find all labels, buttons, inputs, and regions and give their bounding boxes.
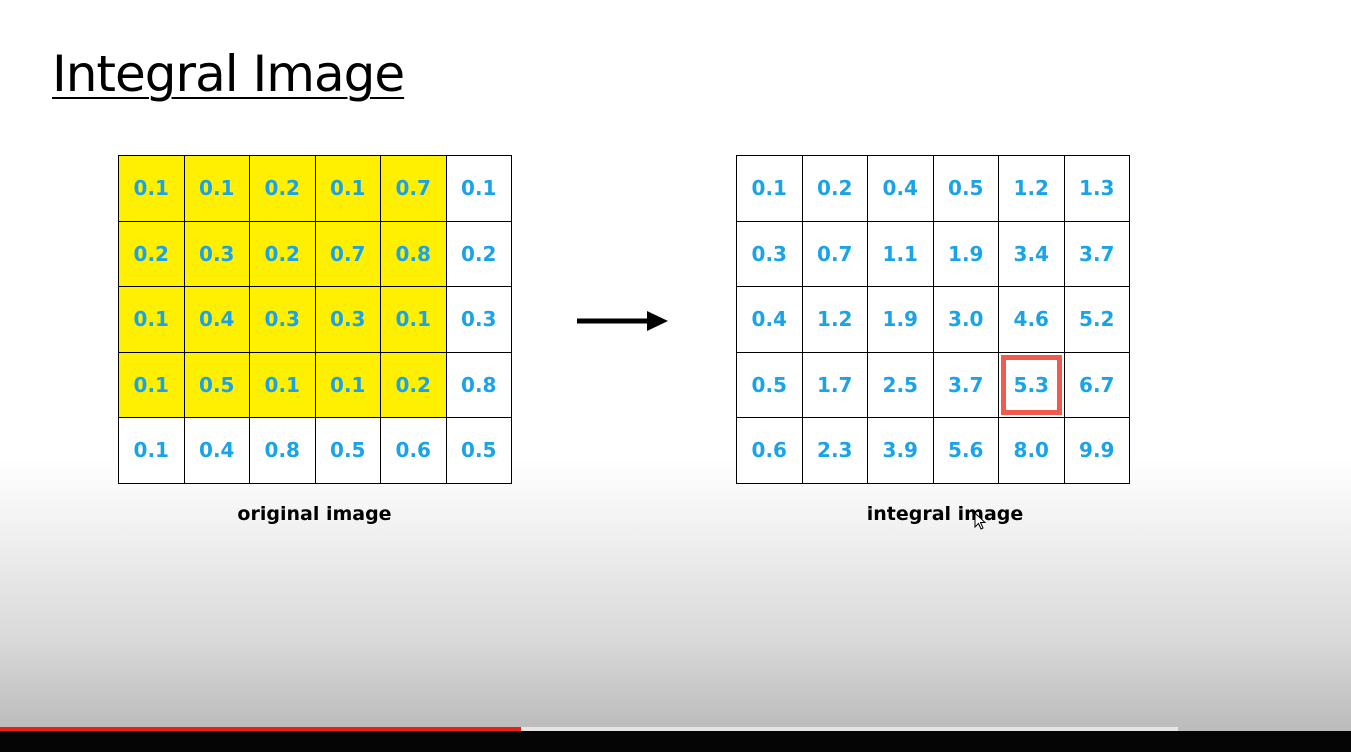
- grid-cell: 0.1: [446, 156, 512, 222]
- player-control-bar: [0, 731, 1351, 752]
- grid-cell: 3.9: [868, 418, 934, 484]
- grid-cell: 1.3: [1064, 156, 1130, 222]
- grid-cell: 0.4: [737, 287, 803, 353]
- grid-cell: 0.7: [315, 221, 381, 287]
- grid-cell: 0.2: [119, 221, 185, 287]
- grid-cell: 1.2: [802, 287, 868, 353]
- grid-cell: 0.1: [737, 156, 803, 222]
- grid-cell: 0.2: [250, 221, 316, 287]
- grid-cell: 0.1: [381, 287, 447, 353]
- mouse-pointer-icon: [974, 512, 986, 530]
- original-image-caption: original image: [237, 503, 392, 525]
- grid-cell: 6.7: [1064, 352, 1130, 418]
- right-arrow-icon: [577, 311, 668, 331]
- grid-cell: 9.9: [1064, 418, 1130, 484]
- grid-cell: 0.1: [119, 418, 185, 484]
- grid-cell: 1.2: [999, 156, 1065, 222]
- grid-cell: 5.2: [1064, 287, 1130, 353]
- grid-cell: 0.8: [381, 221, 447, 287]
- original-image-grid: 0.1 0.1 0.2 0.1 0.7 0.1 0.2 0.3 0.2 0.7 0.8 0.2 0.1 0…: [118, 155, 512, 484]
- grid-cell: 3.7: [1064, 221, 1130, 287]
- grid-cell: 0.2: [381, 352, 447, 418]
- grid-cell: 0.3: [184, 221, 250, 287]
- grid-cell: 0.3: [737, 221, 803, 287]
- grid-cell: 3.4: [999, 221, 1065, 287]
- grid-cell: 0.5: [184, 352, 250, 418]
- grid-cell: 0.3: [446, 287, 512, 353]
- grid-cell: 0.5: [933, 156, 999, 222]
- grid-cell: 0.4: [184, 287, 250, 353]
- grid-cell: 1.1: [868, 221, 934, 287]
- grid-cell: 0.4: [868, 156, 934, 222]
- grid-cell: 0.5: [446, 418, 512, 484]
- grid-cell: 1.7: [802, 352, 868, 418]
- grid-cell: 0.2: [250, 156, 316, 222]
- grid-cell: 0.3: [315, 287, 381, 353]
- integral-image-grid: 0.1 0.2 0.4 0.5 1.2 1.3 0.3 0.7 1.1 1.9 3.4 3.7 0.4 1…: [736, 155, 1130, 484]
- grid-cell: 8.0: [999, 418, 1065, 484]
- grid-cell: 0.2: [802, 156, 868, 222]
- grid-cell: 0.5: [315, 418, 381, 484]
- grid-cell: 0.2: [446, 221, 512, 287]
- grid-cell: 0.1: [250, 352, 316, 418]
- grid-cell: 0.1: [315, 156, 381, 222]
- grid-cell: 0.6: [737, 418, 803, 484]
- grid-cell: 0.8: [250, 418, 316, 484]
- slide-title: Integral Image: [52, 45, 405, 103]
- grid-cell: 0.1: [184, 156, 250, 222]
- grid-cell: 0.7: [381, 156, 447, 222]
- grid-cell-highlighted: 5.3: [999, 352, 1065, 418]
- grid-cell: 1.9: [868, 287, 934, 353]
- grid-cell: 0.8: [446, 352, 512, 418]
- integral-image-caption: integral image: [866, 503, 1024, 525]
- grid-cell: 0.1: [315, 352, 381, 418]
- grid-cell: 0.7: [802, 221, 868, 287]
- grid-cell: 3.7: [933, 352, 999, 418]
- grid-cell: 4.6: [999, 287, 1065, 353]
- grid-cell: 5.6: [933, 418, 999, 484]
- grid-cell: 3.0: [933, 287, 999, 353]
- grid-cell: 0.1: [119, 287, 185, 353]
- grid-cell: 0.1: [119, 156, 185, 222]
- grid-cell: 0.5: [737, 352, 803, 418]
- grid-cell: 2.3: [802, 418, 868, 484]
- grid-cell: 0.3: [250, 287, 316, 353]
- grid-cell: 0.1: [119, 352, 185, 418]
- grid-cell: 0.6: [381, 418, 447, 484]
- grid-cell: 1.9: [933, 221, 999, 287]
- grid-cell: 2.5: [868, 352, 934, 418]
- grid-cell: 0.4: [184, 418, 250, 484]
